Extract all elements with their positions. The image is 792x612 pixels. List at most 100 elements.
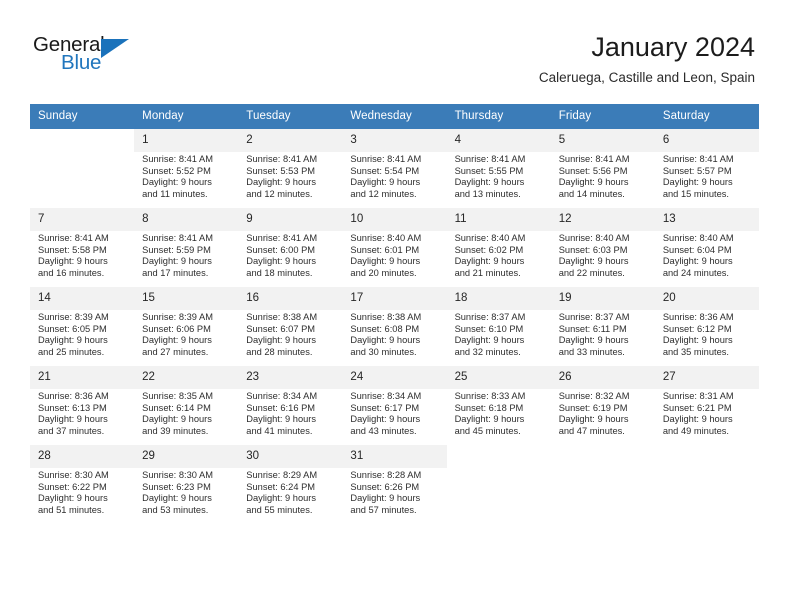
calendar-day-cell[interactable]: 1 Sunrise: 8:41 AM Sunset: 5:52 PM Daylight…	[134, 128, 239, 208]
sunset-text: Sunset: 6:18 PM	[454, 402, 524, 413]
day-number-band: 8	[134, 208, 239, 231]
day-sun-info: Sunrise: 8:30 AM Sunset: 6:22 PM Daylight:…	[38, 470, 128, 516]
day-cell-inner: 13 Sunrise: 8:40 AM Sunset: 6:04 PM Dayligh…	[654, 208, 759, 286]
day-number-band: 13	[654, 208, 759, 231]
day-sun-info: Sunrise: 8:38 AM Sunset: 6:08 PM Daylight:…	[350, 312, 440, 358]
calendar-day-cell[interactable]: 27 Sunrise: 8:31 AM Sunset: 6:21 PM Dayligh…	[654, 365, 759, 445]
daylight-text-line1: Daylight: 9 hours	[350, 493, 421, 504]
daylight-text-line1: Daylight: 9 hours	[38, 493, 108, 504]
day-number-band: 29	[134, 445, 239, 468]
calendar-day-cell[interactable]: 17 Sunrise: 8:38 AM Sunset: 6:08 PM Dayligh…	[342, 286, 447, 366]
weekday-header-monday: Monday	[134, 104, 239, 129]
logo-text-blue: Blue	[61, 51, 102, 74]
day-sun-info: Sunrise: 8:39 AM Sunset: 6:05 PM Daylight:…	[38, 312, 128, 358]
daylight-text-line2: and 17 minutes.	[142, 267, 209, 278]
calendar-day-cell[interactable]: 28 Sunrise: 8:30 AM Sunset: 6:22 PM Dayligh…	[30, 444, 135, 524]
day-number: 6	[662, 134, 670, 146]
daylight-text-line2: and 14 minutes.	[558, 188, 625, 199]
daylight-text-line1: Daylight: 9 hours	[142, 256, 212, 267]
sunrise-text: Sunrise: 8:40 AM	[350, 233, 422, 243]
day-number: 4	[454, 134, 461, 146]
weekday-header-saturday: Saturday	[654, 104, 759, 129]
daylight-text-line2: and 30 minutes.	[350, 346, 417, 357]
sunset-text: Sunset: 5:58 PM	[38, 244, 107, 255]
day-number-band: 24	[342, 366, 447, 389]
day-sun-info: Sunrise: 8:41 AM Sunset: 5:52 PM Daylight:…	[142, 154, 232, 200]
sunset-text: Sunset: 6:14 PM	[142, 402, 211, 413]
calendar-day-cell[interactable]: 20 Sunrise: 8:36 AM Sunset: 6:12 PM Dayligh…	[654, 286, 759, 366]
calendar-day-cell[interactable]: 12 Sunrise: 8:40 AM Sunset: 6:03 PM Dayligh…	[550, 207, 655, 287]
calendar-day-cell[interactable]: 18 Sunrise: 8:37 AM Sunset: 6:10 PM Dayligh…	[446, 286, 551, 366]
calendar-day-cell[interactable]: 15 Sunrise: 8:39 AM Sunset: 6:06 PM Dayligh…	[134, 286, 239, 366]
sunset-text: Sunset: 6:04 PM	[662, 244, 732, 255]
day-number-band: 21	[30, 366, 135, 389]
day-number: 28	[38, 450, 51, 462]
sunset-text: Sunset: 5:55 PM	[454, 165, 524, 176]
calendar-day-cell[interactable]: 3 Sunrise: 8:41 AM Sunset: 5:54 PM Daylight…	[342, 128, 447, 208]
general-blue-logo[interactable]: General Blue	[33, 33, 153, 81]
day-number: 9	[246, 213, 253, 225]
calendar-day-cell[interactable]: 7 Sunrise: 8:41 AM Sunset: 5:58 PM Daylight…	[30, 207, 135, 287]
calendar-day-cell[interactable]: 11 Sunrise: 8:40 AM Sunset: 6:02 PM Dayligh…	[446, 207, 551, 287]
sunrise-text: Sunrise: 8:34 AM	[350, 391, 422, 401]
calendar-day-cell[interactable]: 6 Sunrise: 8:41 AM Sunset: 5:57 PM Daylight…	[654, 128, 759, 208]
day-number: 1	[142, 134, 149, 146]
calendar-day-cell[interactable]: 23 Sunrise: 8:34 AM Sunset: 6:16 PM Dayligh…	[238, 365, 343, 445]
daylight-text-line2: and 21 minutes.	[454, 267, 521, 278]
day-cell-inner: 15 Sunrise: 8:39 AM Sunset: 6:06 PM Dayligh…	[134, 287, 239, 365]
day-sun-info: Sunrise: 8:41 AM Sunset: 5:54 PM Daylight:…	[350, 154, 440, 200]
calendar-day-cell[interactable]: 8 Sunrise: 8:41 AM Sunset: 5:59 PM Daylight…	[134, 207, 239, 287]
sunset-text: Sunset: 6:12 PM	[662, 323, 732, 334]
sunset-text: Sunset: 6:02 PM	[454, 244, 524, 255]
day-sun-info: Sunrise: 8:38 AM Sunset: 6:07 PM Daylight:…	[246, 312, 336, 358]
sunrise-text: Sunrise: 8:41 AM	[142, 233, 213, 243]
calendar-day-cell[interactable]: 25 Sunrise: 8:33 AM Sunset: 6:18 PM Dayligh…	[446, 365, 551, 445]
calendar-day-cell[interactable]: 13 Sunrise: 8:40 AM Sunset: 6:04 PM Dayligh…	[654, 207, 759, 287]
calendar-day-cell[interactable]: 16 Sunrise: 8:38 AM Sunset: 6:07 PM Dayligh…	[238, 286, 343, 366]
weekday-header-friday: Friday	[550, 104, 655, 129]
day-cell-inner: 17 Sunrise: 8:38 AM Sunset: 6:08 PM Dayligh…	[342, 287, 447, 365]
day-cell-inner: 28 Sunrise: 8:30 AM Sunset: 6:22 PM Dayligh…	[30, 445, 135, 523]
daylight-text-line1: Daylight: 9 hours	[454, 414, 525, 425]
daylight-text-line1: Daylight: 9 hours	[246, 493, 317, 504]
calendar-week-row: 7 Sunrise: 8:41 AM Sunset: 5:58 PM Daylight…	[30, 207, 759, 287]
daylight-text-line2: and 49 minutes.	[662, 425, 729, 436]
calendar-day-cell[interactable]: 14 Sunrise: 8:39 AM Sunset: 6:05 PM Dayligh…	[30, 286, 135, 366]
daylight-text-line1: Daylight: 9 hours	[558, 335, 629, 346]
calendar-day-cell[interactable]: 4 Sunrise: 8:41 AM Sunset: 5:55 PM Daylight…	[446, 128, 551, 208]
sunrise-text: Sunrise: 8:41 AM	[662, 154, 734, 164]
calendar-day-cell[interactable]: 2 Sunrise: 8:41 AM Sunset: 5:53 PM Daylight…	[238, 128, 343, 208]
day-sun-info: Sunrise: 8:40 AM Sunset: 6:04 PM Daylight:…	[663, 233, 753, 279]
calendar-day-cell[interactable]: 30 Sunrise: 8:29 AM Sunset: 6:24 PM Dayligh…	[238, 444, 343, 524]
calendar-day-cell[interactable]: 26 Sunrise: 8:32 AM Sunset: 6:19 PM Dayligh…	[550, 365, 655, 445]
weekday-header-thursday: Thursday	[446, 104, 551, 129]
calendar-day-cell[interactable]: 21 Sunrise: 8:36 AM Sunset: 6:13 PM Dayligh…	[30, 365, 135, 445]
sunrise-text: Sunrise: 8:34 AM	[246, 391, 318, 401]
daylight-text-line1: Daylight: 9 hours	[454, 256, 525, 267]
calendar-day-cell[interactable]: 10 Sunrise: 8:40 AM Sunset: 6:01 PM Dayligh…	[342, 207, 447, 287]
daylight-text-line2: and 37 minutes.	[38, 425, 105, 436]
sunrise-text: Sunrise: 8:40 AM	[662, 233, 734, 243]
calendar-day-cell[interactable]: 19 Sunrise: 8:37 AM Sunset: 6:11 PM Dayligh…	[550, 286, 655, 366]
day-number-band: 27	[654, 366, 759, 389]
day-number-band: 7	[30, 208, 135, 231]
day-number-band: 10	[342, 208, 447, 231]
day-number-band: 11	[446, 208, 551, 231]
calendar-day-cell[interactable]: 29 Sunrise: 8:30 AM Sunset: 6:23 PM Dayligh…	[134, 444, 239, 524]
calendar-day-cell[interactable]: 9 Sunrise: 8:41 AM Sunset: 6:00 PM Daylight…	[238, 207, 343, 287]
page-title: January 2024	[591, 32, 755, 62]
calendar-day-cell[interactable]: 22 Sunrise: 8:35 AM Sunset: 6:14 PM Dayligh…	[134, 365, 239, 445]
daylight-text-line1: Daylight: 9 hours	[558, 177, 629, 188]
calendar-day-cell-empty	[654, 444, 759, 524]
sunset-text: Sunset: 5:53 PM	[246, 165, 316, 176]
calendar-day-cell[interactable]: 31 Sunrise: 8:28 AM Sunset: 6:26 PM Dayligh…	[342, 444, 447, 524]
daylight-text-line1: Daylight: 9 hours	[246, 256, 317, 267]
sunset-text: Sunset: 6:01 PM	[350, 244, 420, 255]
daylight-text-line1: Daylight: 9 hours	[246, 177, 317, 188]
sunrise-text: Sunrise: 8:38 AM	[246, 312, 318, 322]
day-cell-inner: 23 Sunrise: 8:34 AM Sunset: 6:16 PM Dayligh…	[238, 366, 343, 444]
calendar-day-cell[interactable]: 24 Sunrise: 8:34 AM Sunset: 6:17 PM Dayligh…	[342, 365, 447, 445]
day-number-band: 5	[550, 129, 655, 152]
calendar-week-row: 28 Sunrise: 8:30 AM Sunset: 6:22 PM Dayligh…	[30, 444, 759, 524]
calendar-day-cell[interactable]: 5 Sunrise: 8:41 AM Sunset: 5:56 PM Daylight…	[550, 128, 655, 208]
